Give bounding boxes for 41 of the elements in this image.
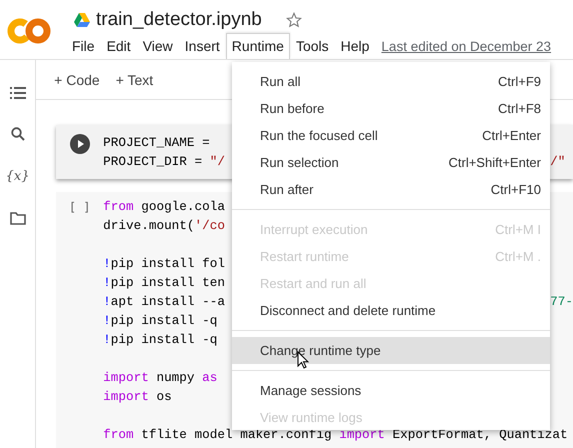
search-icon[interactable] bbox=[10, 127, 25, 141]
menu-item[interactable]: View bbox=[136, 33, 179, 59]
code-line: import os bbox=[103, 389, 172, 404]
folder-icon[interactable] bbox=[10, 212, 26, 225]
menu-item[interactable]: Tools bbox=[290, 33, 335, 59]
code-fragment: 77- bbox=[550, 293, 573, 311]
code-line: from google.cola bbox=[103, 199, 225, 214]
menu-option[interactable]: Manage sessions bbox=[232, 377, 550, 404]
add-cell-button[interactable]: + Code bbox=[48, 68, 106, 92]
menu-option[interactable]: Run before Ctrl+F8 bbox=[232, 95, 550, 122]
menu-item[interactable]: File bbox=[66, 33, 101, 59]
code-line: !pip install -q bbox=[103, 332, 218, 347]
menu-option[interactable]: Run the focused cell Ctrl+Enter bbox=[232, 122, 550, 149]
add-cell-button[interactable]: + Text bbox=[110, 68, 160, 92]
cell-prompt: [ ] bbox=[68, 200, 90, 216]
menu-option[interactable]: Run all Ctrl+F9 bbox=[232, 68, 550, 95]
menu-item[interactable]: Runtime bbox=[226, 33, 290, 59]
drive-icon bbox=[74, 13, 90, 27]
menu-option[interactable]: Run after Ctrl+F10 bbox=[232, 176, 550, 203]
code-line: PROJECT_NAME = bbox=[103, 135, 211, 150]
menu-item[interactable]: Help bbox=[334, 33, 376, 59]
menu-item[interactable]: Insert bbox=[178, 33, 226, 59]
run-cell-button[interactable] bbox=[70, 134, 90, 154]
code-line: !pip install -q bbox=[103, 313, 218, 328]
menu-item[interactable]: Edit bbox=[100, 33, 137, 59]
last-edited-link[interactable]: Last edited on December 23 bbox=[381, 39, 552, 59]
menu-option[interactable]: Disconnect and delete runtime bbox=[232, 297, 550, 324]
code-fragment: /" bbox=[550, 153, 566, 171]
code-line: import numpy as bbox=[103, 370, 218, 385]
code-line: from tflite model maker.config import ExportFormat, Quantizat bbox=[103, 427, 568, 442]
code-line: !pip install fol bbox=[103, 256, 225, 271]
colab-logo-icon[interactable] bbox=[7, 18, 51, 44]
code-line: !pip install ten bbox=[103, 275, 225, 290]
code-line: drive.mount('/co bbox=[103, 218, 225, 233]
menu-option[interactable]: Run selection Ctrl+Shift+Enter bbox=[232, 149, 550, 176]
code-line: PROJECT_DIR = "/ bbox=[103, 154, 225, 169]
notebook-title[interactable]: train_detector.ipynb bbox=[96, 9, 262, 31]
star-icon[interactable] bbox=[286, 12, 302, 28]
code-line: !apt install --a bbox=[103, 294, 225, 309]
variables-icon[interactable]: {x} bbox=[6, 169, 30, 184]
table-of-contents-icon[interactable] bbox=[10, 87, 26, 99]
